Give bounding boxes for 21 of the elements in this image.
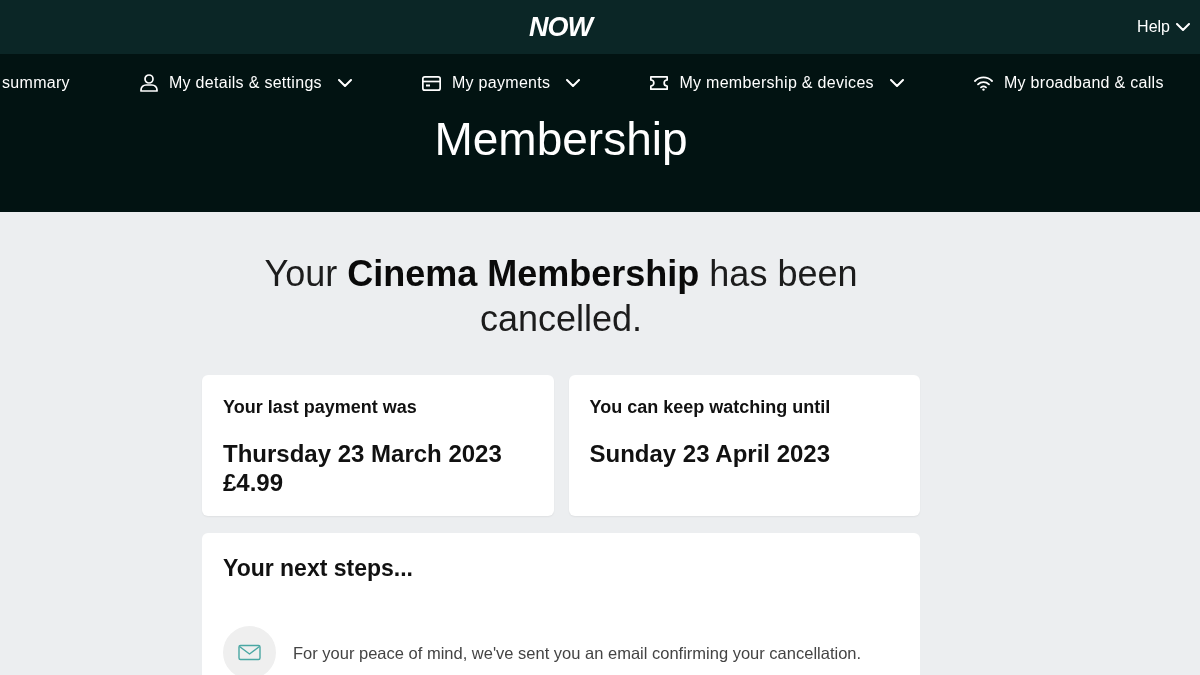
step-text: For your peace of mind, we've sent you an email confirming your cancellation. bbox=[293, 642, 862, 663]
cancellation-headline: Your Cinema Membership has been cancelled. bbox=[263, 252, 859, 341]
chevron-down-icon bbox=[1176, 23, 1190, 31]
card-value: £4.99 bbox=[223, 468, 284, 497]
nav-menu-item[interactable]: My details & settings bbox=[139, 71, 352, 95]
nav-menu-item[interactable]: My broadband & calls bbox=[973, 71, 1164, 95]
wifi-icon bbox=[973, 75, 993, 91]
ticket-icon bbox=[650, 76, 669, 90]
nav-menu-item[interactable]: My payments bbox=[421, 71, 581, 95]
card-label: You can keep watching until bbox=[589, 396, 832, 418]
next-steps-title: Your next steps... bbox=[223, 555, 413, 581]
nav-menu-item[interactable]: summary bbox=[2, 71, 70, 95]
credit-card-icon bbox=[421, 75, 441, 91]
card-value: Thursday 23 March 2023 bbox=[223, 439, 502, 468]
card-label: Your last payment was bbox=[223, 396, 418, 418]
person-icon bbox=[139, 74, 158, 92]
card-value: Sunday 23 April 2023 bbox=[589, 439, 831, 468]
page-title: Membership bbox=[434, 114, 688, 164]
envelope-icon bbox=[223, 626, 276, 675]
help-menu[interactable]: Help bbox=[1137, 15, 1190, 39]
nav-menu-item[interactable]: My membership & devices bbox=[650, 71, 904, 95]
